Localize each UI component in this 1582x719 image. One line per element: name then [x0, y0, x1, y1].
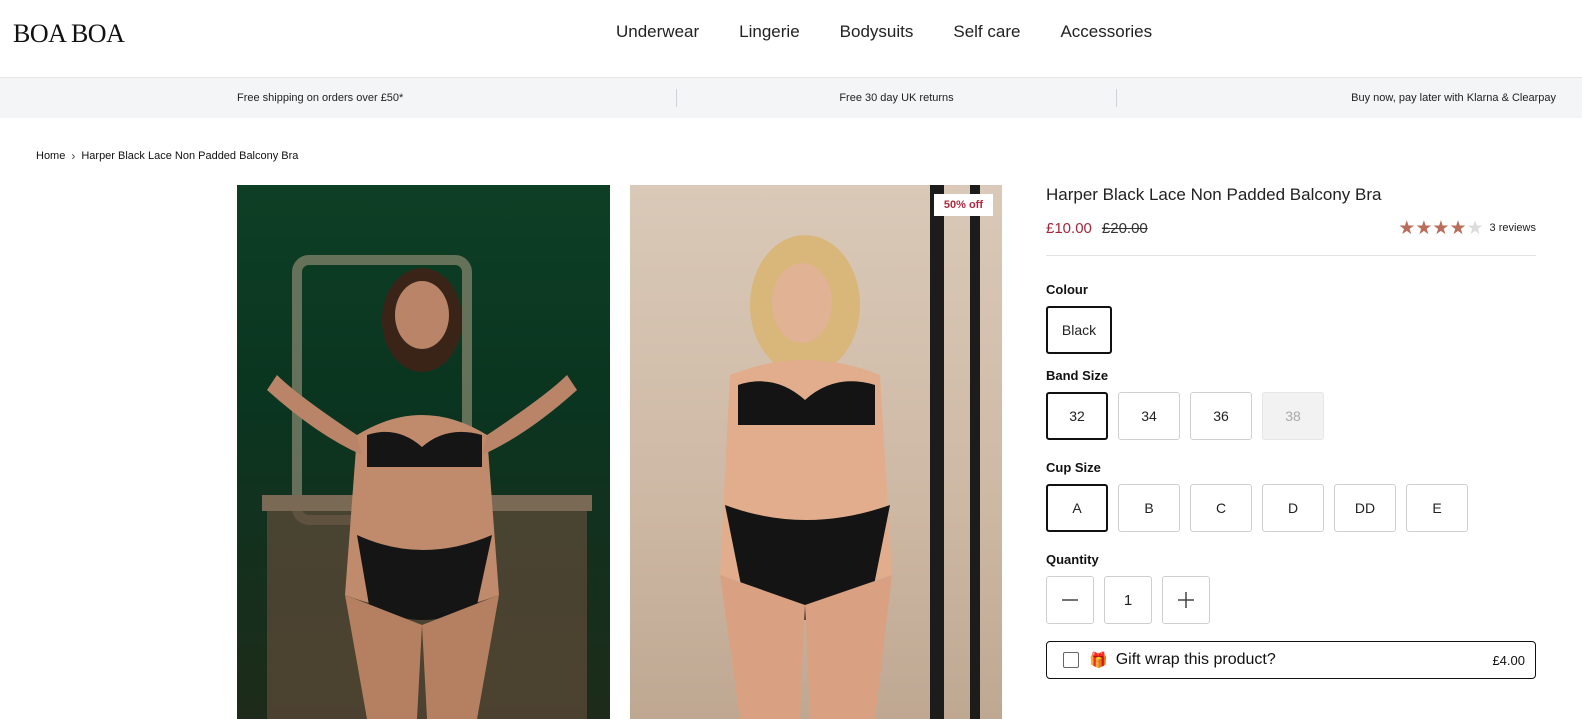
nav-underwear[interactable]: Underwear [616, 22, 699, 42]
promo-bar: Free shipping on orders over £50* Free 3… [0, 78, 1582, 118]
band-size-38[interactable]: 38 [1262, 392, 1324, 440]
star-icon: ★ [1398, 217, 1416, 239]
product-image-1[interactable] [237, 185, 610, 719]
promo-returns: Free 30 day UK returns [839, 92, 954, 104]
band-size-options: 32 34 36 38 [1046, 392, 1536, 440]
cup-size-label: Cup Size [1046, 460, 1101, 475]
gift-wrap-label: Gift wrap this product? [1115, 651, 1276, 668]
band-size-36[interactable]: 36 [1190, 392, 1252, 440]
product-image-2[interactable]: 50% off [630, 185, 1002, 719]
band-size-label: Band Size [1046, 368, 1109, 383]
gift-wrap-price: £4.00 [1492, 652, 1525, 668]
product-title: Harper Black Lace Non Padded Balcony Bra [1046, 185, 1382, 204]
promo-shipping: Free shipping on orders over £50* [237, 92, 404, 104]
increase-quantity-button[interactable] [1162, 576, 1210, 624]
quantity-input[interactable]: 1 [1104, 576, 1152, 624]
divider [1046, 255, 1536, 256]
cup-size-options: A B C D DD E [1046, 484, 1536, 532]
nav-self-care[interactable]: Self care [953, 22, 1020, 42]
model-illustration-1 [262, 255, 592, 719]
reviews-count[interactable]: 3 reviews [1490, 222, 1536, 234]
breadcrumb-current: Harper Black Lace Non Padded Balcony Bra [81, 150, 299, 162]
gift-wrap-option[interactable]: 🎁 Gift wrap this product? £4.00 [1046, 641, 1536, 679]
rating[interactable]: ★ ★ ★ ★ ★ 3 reviews [1398, 219, 1536, 238]
star-icon: ★ [1449, 217, 1467, 239]
price-row: £10.00 £20.00 ★ ★ ★ ★ ★ 3 reviews [1046, 217, 1536, 239]
cup-size-b[interactable]: B [1118, 484, 1180, 532]
model-illustration-2 [720, 185, 980, 719]
colour-label: Colour [1046, 282, 1088, 297]
compare-price: £20.00 [1101, 219, 1148, 237]
cup-size-dd[interactable]: DD [1334, 484, 1396, 532]
chevron-right-icon: › [71, 149, 76, 163]
cup-size-c[interactable]: C [1190, 484, 1252, 532]
nav-lingerie[interactable]: Lingerie [739, 22, 800, 42]
cup-size-a[interactable]: A [1046, 484, 1108, 532]
quantity-label: Quantity [1046, 552, 1099, 567]
star-icon: ★ [1432, 217, 1450, 239]
cup-size-d[interactable]: D [1262, 484, 1324, 532]
gift-wrap-checkbox[interactable] [1063, 652, 1079, 668]
site-header: BOA BOA Underwear Lingerie Bodysuits Sel… [0, 0, 1582, 78]
sale-price: £10.00 [1046, 219, 1092, 237]
breadcrumb-home[interactable]: Home [36, 150, 65, 162]
cup-size-e[interactable]: E [1406, 484, 1468, 532]
nav-accessories[interactable]: Accessories [1060, 22, 1152, 42]
product-info: Harper Black Lace Non Padded Balcony Bra… [1046, 185, 1536, 679]
band-size-32[interactable]: 32 [1046, 392, 1108, 440]
colour-option-black[interactable]: Black [1046, 306, 1112, 354]
main-nav: Underwear Lingerie Bodysuits Self care A… [616, 22, 1152, 42]
breadcrumb: Home › Harper Black Lace Non Padded Balc… [36, 149, 298, 163]
promo-klarna: Buy now, pay later with Klarna & Clearpa… [1351, 92, 1556, 104]
plus-icon [1178, 592, 1194, 608]
star-empty-icon: ★ [1466, 217, 1484, 239]
nav-bodysuits[interactable]: Bodysuits [840, 22, 914, 42]
quantity-stepper: 1 [1046, 576, 1536, 624]
discount-badge: 50% off [933, 194, 993, 216]
band-size-34[interactable]: 34 [1118, 392, 1180, 440]
decrease-quantity-button[interactable] [1046, 576, 1094, 624]
gift-icon: 🎁 [1089, 652, 1108, 669]
star-icon: ★ [1415, 217, 1433, 239]
site-logo[interactable]: BOA BOA [13, 19, 125, 49]
minus-icon [1062, 599, 1078, 601]
colour-options: Black [1046, 306, 1536, 354]
